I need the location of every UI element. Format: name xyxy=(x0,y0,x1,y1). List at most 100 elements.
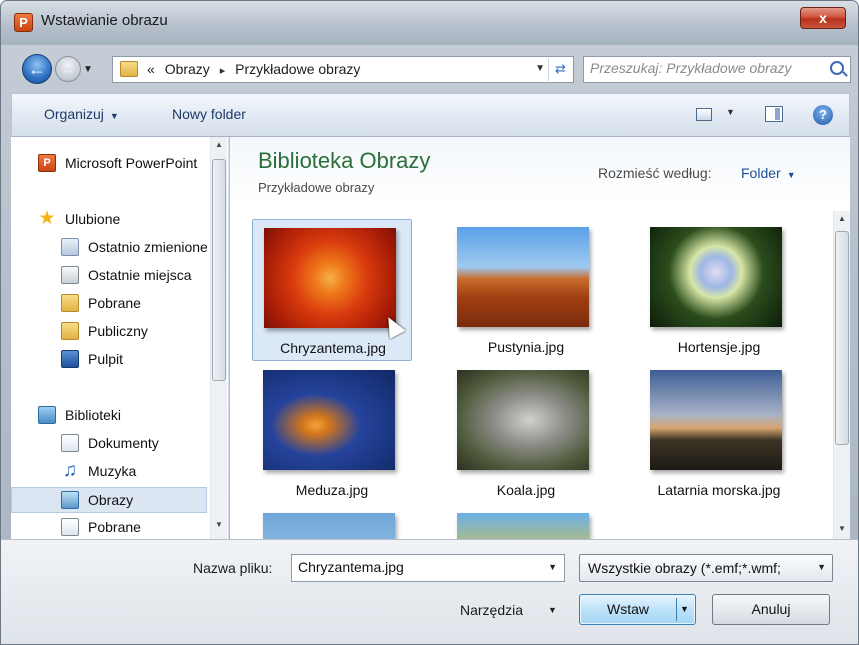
file-tile[interactable]: Meduza.jpg xyxy=(252,362,412,504)
scroll-down-arrow[interactable]: ▼ xyxy=(834,521,850,537)
scrollbar-thumb[interactable] xyxy=(212,159,226,381)
file-tile[interactable]: Hortensje.jpg xyxy=(639,219,799,361)
file-name: Latarnia morska.jpg xyxy=(657,482,781,498)
split-divider xyxy=(676,598,677,621)
nav-item-desktop[interactable]: Pulpit xyxy=(11,347,207,373)
file-name: Pustynia.jpg xyxy=(487,339,565,355)
nav-item-label: Ulubione xyxy=(65,211,121,227)
scroll-up-arrow[interactable]: ▲ xyxy=(834,211,850,227)
arrange-by-dropdown[interactable]: Folder ▼ xyxy=(741,165,796,181)
breadcrumb-separator[interactable]: ▸ xyxy=(220,65,226,77)
forward-button[interactable]: → xyxy=(55,56,81,82)
file-tile[interactable]: Koala.jpg xyxy=(446,362,606,504)
thumbnail-image xyxy=(457,513,589,539)
window-title: Wstawianie obrazu xyxy=(41,12,168,29)
nav-item-label: Ostatnio zmienione xyxy=(88,239,207,255)
title-bar: P Wstawianie obrazu x xyxy=(1,1,858,45)
thumbnail-image xyxy=(650,227,782,327)
filename-combobox[interactable]: ▼ xyxy=(291,554,565,582)
file-tile[interactable]: Chryzantema.jpg xyxy=(252,219,412,361)
nav-item-libraries[interactable]: Biblioteki xyxy=(11,403,207,429)
file-view: Biblioteka Obrazy Przykładowe obrazy Roz… xyxy=(230,137,850,539)
nav-item-recently-changed[interactable]: Ostatnio zmienione xyxy=(11,235,207,261)
folder-icon xyxy=(120,61,138,77)
breadcrumb-overflow[interactable]: « xyxy=(147,61,155,77)
organize-button[interactable]: Organizuj ▼ xyxy=(44,106,119,122)
nav-item-powerpoint[interactable]: P Microsoft PowerPoint xyxy=(11,151,207,177)
file-name: Chryzantema.jpg xyxy=(280,340,386,356)
desktop-icon xyxy=(61,350,79,368)
breadcrumb-item[interactable]: Obrazy xyxy=(165,61,210,77)
powerpoint-icon: P xyxy=(38,154,56,172)
file-tile[interactable]: Latarnia morska.jpg xyxy=(639,362,799,504)
file-name: Meduza.jpg xyxy=(295,482,369,498)
nav-item-label: Dokumenty xyxy=(88,435,159,451)
address-bar[interactable]: « Obrazy ▸ Przykładowe obrazy ▼ ⇄ xyxy=(112,56,574,83)
chevron-down-icon[interactable]: ▼ xyxy=(548,562,557,572)
thumbnail-image xyxy=(650,370,782,470)
nav-item-label: Biblioteki xyxy=(65,407,122,423)
nav-item-downloads[interactable]: Pobrane xyxy=(11,291,207,317)
refresh-icon[interactable]: ⇄ xyxy=(548,58,572,81)
thumbnail-image xyxy=(264,228,396,328)
nav-item-downloads-lib[interactable]: Pobrane xyxy=(11,515,207,539)
file-name: Hortensje.jpg xyxy=(677,339,761,355)
close-button[interactable]: x xyxy=(800,7,846,29)
new-folder-button[interactable]: Nowy folder xyxy=(172,106,246,122)
nav-item-music[interactable]: ♫ Muzyka xyxy=(11,459,207,485)
library-title: Biblioteka Obrazy xyxy=(258,148,431,173)
nav-item-label: Ostatnie miejsca xyxy=(88,267,192,283)
chevron-down-icon[interactable]: ▼ xyxy=(548,605,557,615)
change-view-icon[interactable] xyxy=(696,108,712,121)
downloads-icon xyxy=(61,518,79,536)
file-name: Koala.jpg xyxy=(496,482,556,498)
cancel-button[interactable]: Anuluj xyxy=(712,594,830,625)
insert-button[interactable]: Wstaw ▼ xyxy=(579,594,696,625)
file-tile[interactable] xyxy=(252,505,412,539)
documents-icon xyxy=(61,434,79,452)
recent-pages-dropdown[interactable]: ▼ xyxy=(83,64,93,75)
nav-item-label: Obrazy xyxy=(88,492,134,508)
pictures-icon xyxy=(61,491,79,509)
nav-scrollbar[interactable]: ▲ ▼ xyxy=(210,137,227,539)
tools-button[interactable]: Narzędzia xyxy=(460,602,523,618)
nav-item-favorites[interactable]: ★ Ulubione xyxy=(11,207,207,233)
powerpoint-app-icon: P xyxy=(14,13,33,32)
back-button[interactable]: ← xyxy=(22,54,52,84)
search-field[interactable] xyxy=(583,56,851,83)
chevron-down-icon: ▼ xyxy=(817,562,826,572)
nav-item-public[interactable]: Publiczny xyxy=(11,319,207,345)
preview-pane-icon[interactable] xyxy=(765,106,783,122)
filename-label: Nazwa pliku: xyxy=(193,560,273,576)
breadcrumb-item[interactable]: Przykładowe obrazy xyxy=(235,61,360,77)
search-icon[interactable] xyxy=(830,61,844,75)
address-dropdown[interactable]: ▼ xyxy=(535,63,545,74)
search-input[interactable] xyxy=(590,60,820,76)
thumbnail-image xyxy=(457,227,589,327)
navigation-pane: P Microsoft PowerPoint ★ Ulubione Ostatn… xyxy=(11,137,229,539)
nav-item-documents[interactable]: Dokumenty xyxy=(11,431,207,457)
view-options-dropdown[interactable]: ▼ xyxy=(726,107,735,117)
file-type-select[interactable]: Wszystkie obrazy (*.emf;*.wmf; ▼ xyxy=(579,554,833,582)
nav-item-pictures[interactable]: Obrazy xyxy=(11,487,207,513)
folder-icon xyxy=(61,322,79,340)
downloads-folder-icon xyxy=(61,294,79,312)
dialog-footer: Nazwa pliku: ▼ Wszystkie obrazy (*.emf;*… xyxy=(1,539,858,644)
filename-input[interactable] xyxy=(298,559,528,575)
scroll-up-arrow[interactable]: ▲ xyxy=(211,137,227,153)
thumbnail-image xyxy=(263,370,395,470)
nav-item-recent-places[interactable]: Ostatnie miejsca xyxy=(11,263,207,289)
recent-places-icon xyxy=(61,266,79,284)
insert-picture-dialog: P Wstawianie obrazu x ← → ▼ « Obrazy ▸ P… xyxy=(0,0,859,645)
scrollbar-thumb[interactable] xyxy=(835,231,849,445)
scroll-down-arrow[interactable]: ▼ xyxy=(211,517,227,533)
nav-item-label: Pobrane xyxy=(88,519,141,535)
nav-item-label: Muzyka xyxy=(88,463,137,479)
file-tile[interactable] xyxy=(446,505,606,539)
file-view-scrollbar[interactable]: ▲ ▼ xyxy=(833,211,850,539)
file-tile[interactable]: Pustynia.jpg xyxy=(446,219,606,361)
library-header: Biblioteka Obrazy Przykładowe obrazy Roz… xyxy=(230,137,850,207)
organize-label: Organizuj xyxy=(44,106,104,122)
insert-options-dropdown[interactable]: ▼ xyxy=(680,604,689,614)
help-icon[interactable]: ? xyxy=(813,105,833,125)
